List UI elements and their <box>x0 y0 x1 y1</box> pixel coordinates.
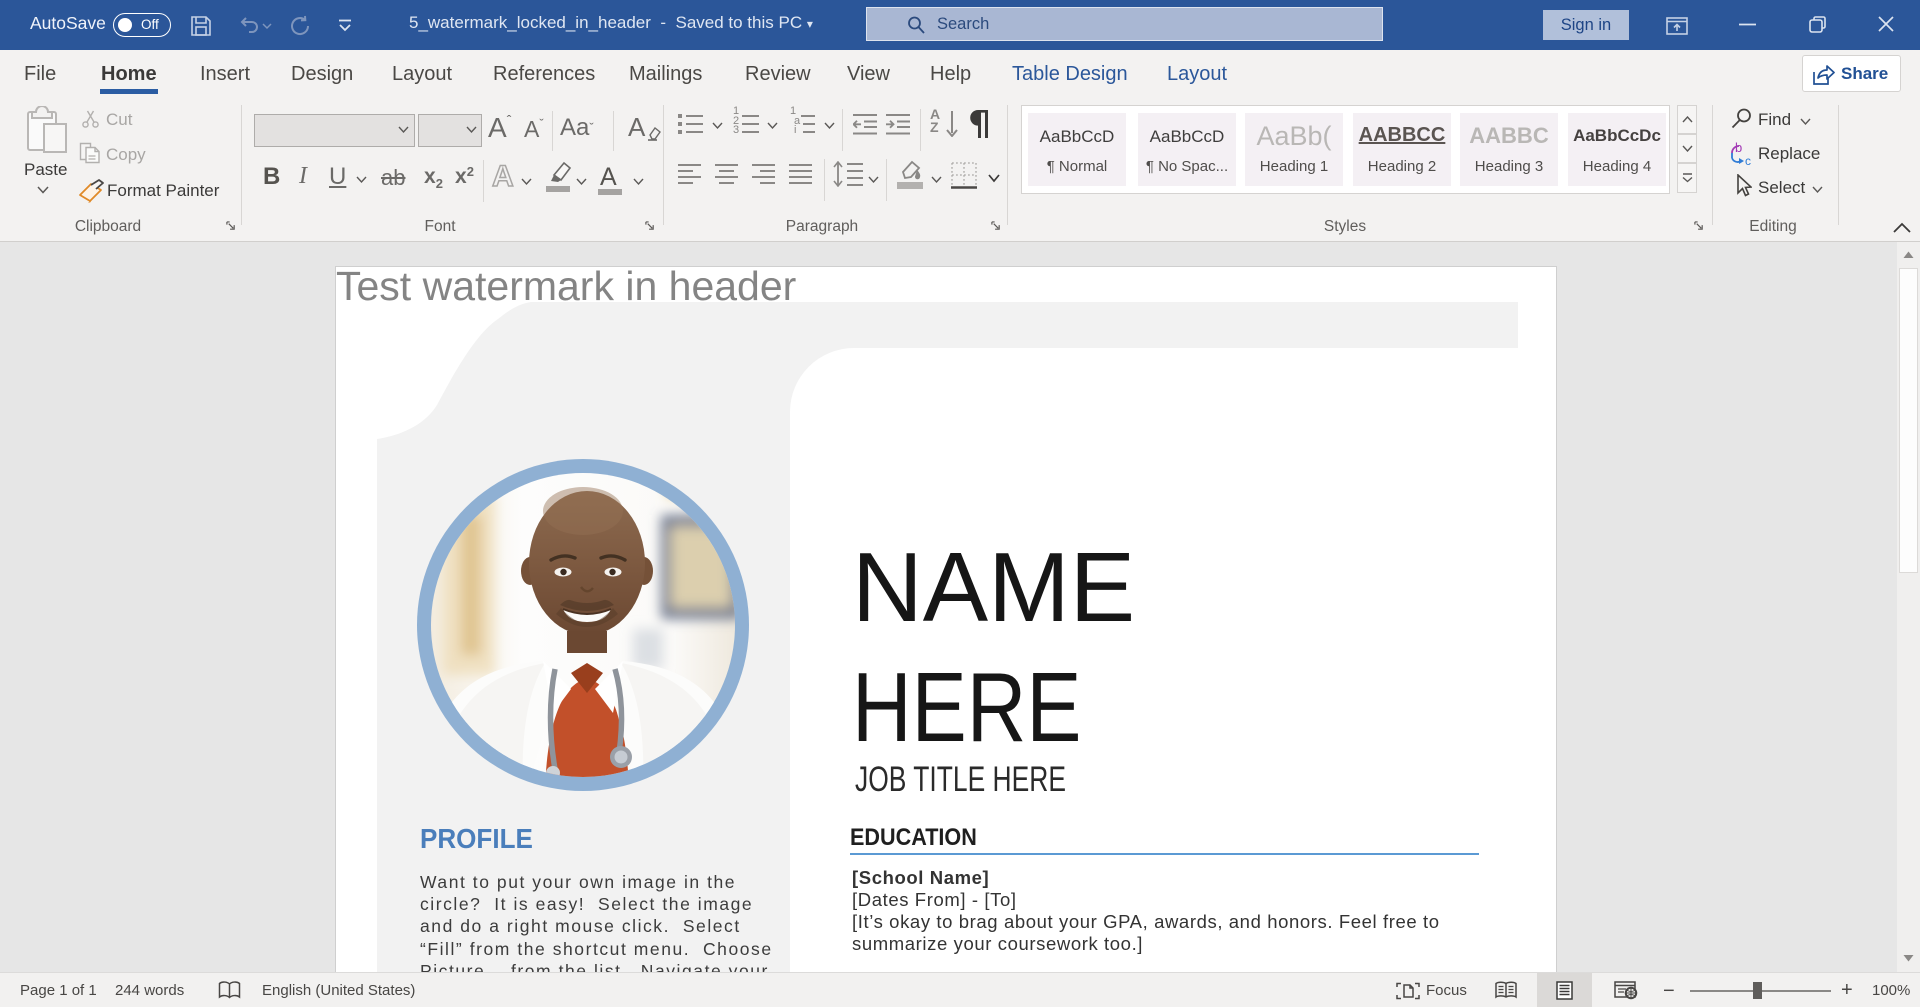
svg-text:c: c <box>1745 154 1751 167</box>
svg-text:b: b <box>1735 141 1742 155</box>
